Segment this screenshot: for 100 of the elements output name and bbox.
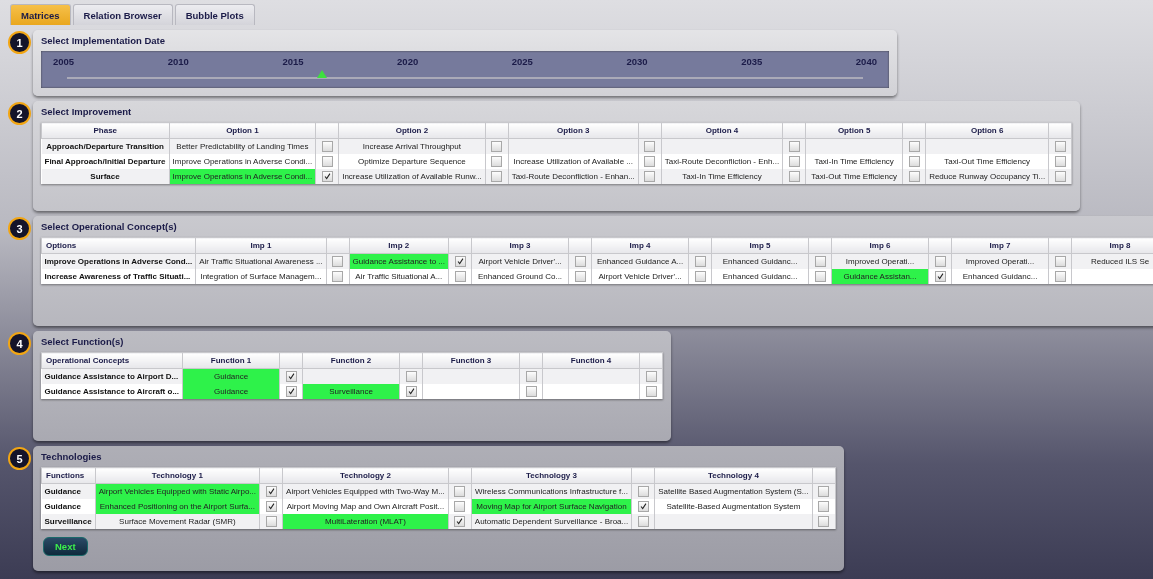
column-header: Technology 2 [282, 467, 449, 484]
checkbox[interactable] [1054, 171, 1066, 182]
checkbox[interactable] [321, 156, 333, 167]
checkbox[interactable] [491, 141, 503, 152]
checkbox[interactable] [908, 156, 920, 167]
year-label: 2005 [53, 56, 75, 67]
table-cell[interactable]: Surface Movement Radar (SMR) [95, 514, 260, 529]
checkbox[interactable] [454, 486, 466, 497]
table-cell[interactable]: Taxi-In Time Efficiency [661, 169, 783, 184]
checkbox[interactable] [405, 371, 417, 382]
table-cell[interactable]: Enhanced Guidanc... [951, 269, 1049, 284]
column-header: Imp 7 [951, 237, 1049, 254]
checkbox[interactable] [645, 371, 657, 382]
checkbox[interactable] [1054, 141, 1066, 152]
slider-thumb[interactable] [316, 70, 327, 78]
checkbox[interactable] [934, 271, 946, 282]
checkbox[interactable] [525, 386, 537, 397]
checkbox[interactable] [265, 516, 277, 527]
checkbox[interactable] [285, 371, 297, 382]
table-cell[interactable]: Enhanced Positioning on the Airport Surfa... [95, 499, 260, 514]
row-label: Surveillance [41, 514, 96, 529]
table-cell[interactable]: Integration of Surface Managem... [195, 269, 327, 284]
checkbox[interactable] [694, 256, 706, 267]
checkbox[interactable] [574, 271, 586, 282]
checkbox[interactable] [491, 171, 503, 182]
checkbox[interactable] [645, 386, 657, 397]
checkbox[interactable] [934, 256, 946, 267]
checkbox[interactable] [637, 501, 649, 512]
date-slider[interactable]: 2005 2010 2015 2020 2025 2030 2035 2040 [41, 51, 889, 88]
table-cell[interactable]: Taxi-Out Time Efficiency [805, 169, 903, 184]
table-cell[interactable]: Increase Utilization of Available Runw... [338, 169, 486, 184]
column-header: Option 3 [508, 122, 639, 139]
tab[interactable]: Matrices [10, 4, 71, 25]
checkbox[interactable] [574, 256, 586, 267]
checkbox[interactable] [454, 271, 466, 282]
checkbox[interactable] [332, 256, 344, 267]
section-title: Select Function(s) [41, 336, 125, 347]
column-header: Imp 3 [471, 237, 569, 254]
table-cell[interactable]: Air Traffic Situational A... [349, 269, 449, 284]
checkbox[interactable] [321, 171, 333, 182]
checkbox[interactable] [788, 156, 800, 167]
checkbox[interactable] [405, 386, 417, 397]
checkbox[interactable] [454, 516, 466, 527]
checkbox[interactable] [694, 271, 706, 282]
checkbox[interactable] [265, 486, 277, 497]
table-cell[interactable]: Automatic Dependent Surveillance - Broa... [471, 514, 632, 529]
column-header: Option 5 [805, 122, 903, 139]
checkbox[interactable] [321, 141, 333, 152]
year-label: 2015 [282, 56, 304, 67]
table-cell[interactable]: Improve Operations in Adverse Condi... [169, 169, 316, 184]
row-label: Guidance Assistance to Aircraft o... [41, 384, 183, 399]
checkbox[interactable] [644, 141, 656, 152]
column-header: Option 6 [925, 122, 1049, 139]
table-cell[interactable]: Surveillance [302, 384, 400, 399]
column-header: Imp 2 [349, 237, 449, 254]
checkbox[interactable] [644, 156, 656, 167]
checkbox[interactable] [818, 501, 830, 512]
column-header: Phase [41, 122, 170, 139]
checkbox[interactable] [818, 486, 830, 497]
column-header: Imp 4 [591, 237, 689, 254]
section-title: Select Implementation Date [41, 35, 167, 46]
checkbox[interactable] [788, 141, 800, 152]
column-header: Function 2 [302, 352, 400, 369]
table-cell[interactable]: Enhanced Ground Co... [471, 269, 569, 284]
table-cell[interactable]: Guidance [182, 384, 280, 399]
table-cell[interactable]: Moving Map for Airport Surface Navigation [471, 499, 632, 514]
checkbox[interactable] [265, 501, 277, 512]
checkbox[interactable] [637, 516, 649, 527]
year-label: 2030 [626, 56, 648, 67]
checkbox[interactable] [454, 256, 466, 267]
checkbox[interactable] [814, 271, 826, 282]
column-header: Options [41, 237, 196, 254]
table-cell[interactable]: Guidance Assistan... [831, 269, 929, 284]
checkbox[interactable] [525, 371, 537, 382]
checkbox[interactable] [908, 171, 920, 182]
table-cell[interactable]: Taxi-Route Deconfliction - Enhan... [508, 169, 639, 184]
table-cell[interactable]: Airport Vehicle Driver'... [591, 269, 689, 284]
checkbox[interactable] [1054, 271, 1066, 282]
checkbox[interactable] [1054, 256, 1066, 267]
checkbox[interactable] [814, 256, 826, 267]
checkbox[interactable] [818, 516, 830, 527]
column-header: Option 4 [661, 122, 783, 139]
checkbox[interactable] [644, 171, 656, 182]
checkbox[interactable] [788, 171, 800, 182]
year-label: 2035 [741, 56, 763, 67]
checkbox[interactable] [1054, 156, 1066, 167]
checkbox[interactable] [285, 386, 297, 397]
table-cell[interactable]: Reduce Runway Occupancy Ti... [925, 169, 1049, 184]
checkbox[interactable] [332, 271, 344, 282]
checkbox[interactable] [637, 486, 649, 497]
column-header: Technology 3 [471, 467, 632, 484]
table-cell[interactable]: Enhanced Guidanc... [711, 269, 809, 284]
checkbox[interactable] [908, 141, 920, 152]
checkbox[interactable] [491, 156, 503, 167]
tab[interactable]: Relation Browser [72, 4, 173, 25]
next-button[interactable]: Next [43, 537, 88, 556]
step-number: 1 [8, 31, 31, 54]
checkbox[interactable] [454, 501, 466, 512]
tab[interactable]: Bubble Plots [174, 4, 255, 25]
table-cell[interactable]: MultiLateration (MLAT) [282, 514, 449, 529]
